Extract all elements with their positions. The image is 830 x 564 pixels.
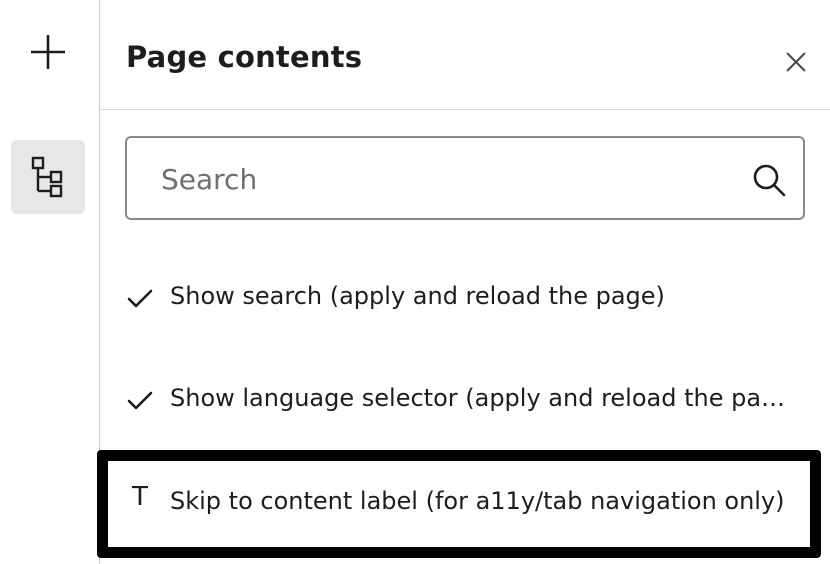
list-item-label: Skip to content label (for a11y/tab navi… [170, 487, 785, 515]
close-icon [786, 52, 806, 72]
page-contents-editor: Page contents Show search (apply and [0, 0, 830, 564]
page-structure-button[interactable] [11, 140, 85, 214]
list-item-label: Show search (apply and reload the page) [170, 282, 665, 310]
plus-icon [31, 35, 65, 69]
list-item-show-language-selector[interactable]: Show language selector (apply and reload… [101, 364, 830, 444]
left-rail [0, 0, 100, 564]
add-button[interactable] [28, 32, 68, 72]
close-button[interactable] [781, 47, 811, 77]
check-icon [125, 284, 155, 314]
search-field [125, 136, 805, 220]
list-item-show-search[interactable]: Show search (apply and reload the page) [101, 262, 830, 342]
tree-structure-icon [31, 156, 63, 198]
panel-title: Page contents [126, 40, 363, 74]
text-icon: T [132, 482, 148, 512]
search-input[interactable] [161, 156, 721, 202]
page-contents-panel: Page contents Show search (apply and [97, 0, 830, 564]
list-item-label: Show language selector (apply and reload… [170, 384, 800, 412]
list-item-skip-to-content-label[interactable]: T Skip to content label (for a11y/tab na… [97, 450, 821, 558]
check-icon [125, 386, 155, 416]
panel-header: Page contents [101, 0, 830, 110]
search-icon[interactable] [751, 162, 787, 198]
